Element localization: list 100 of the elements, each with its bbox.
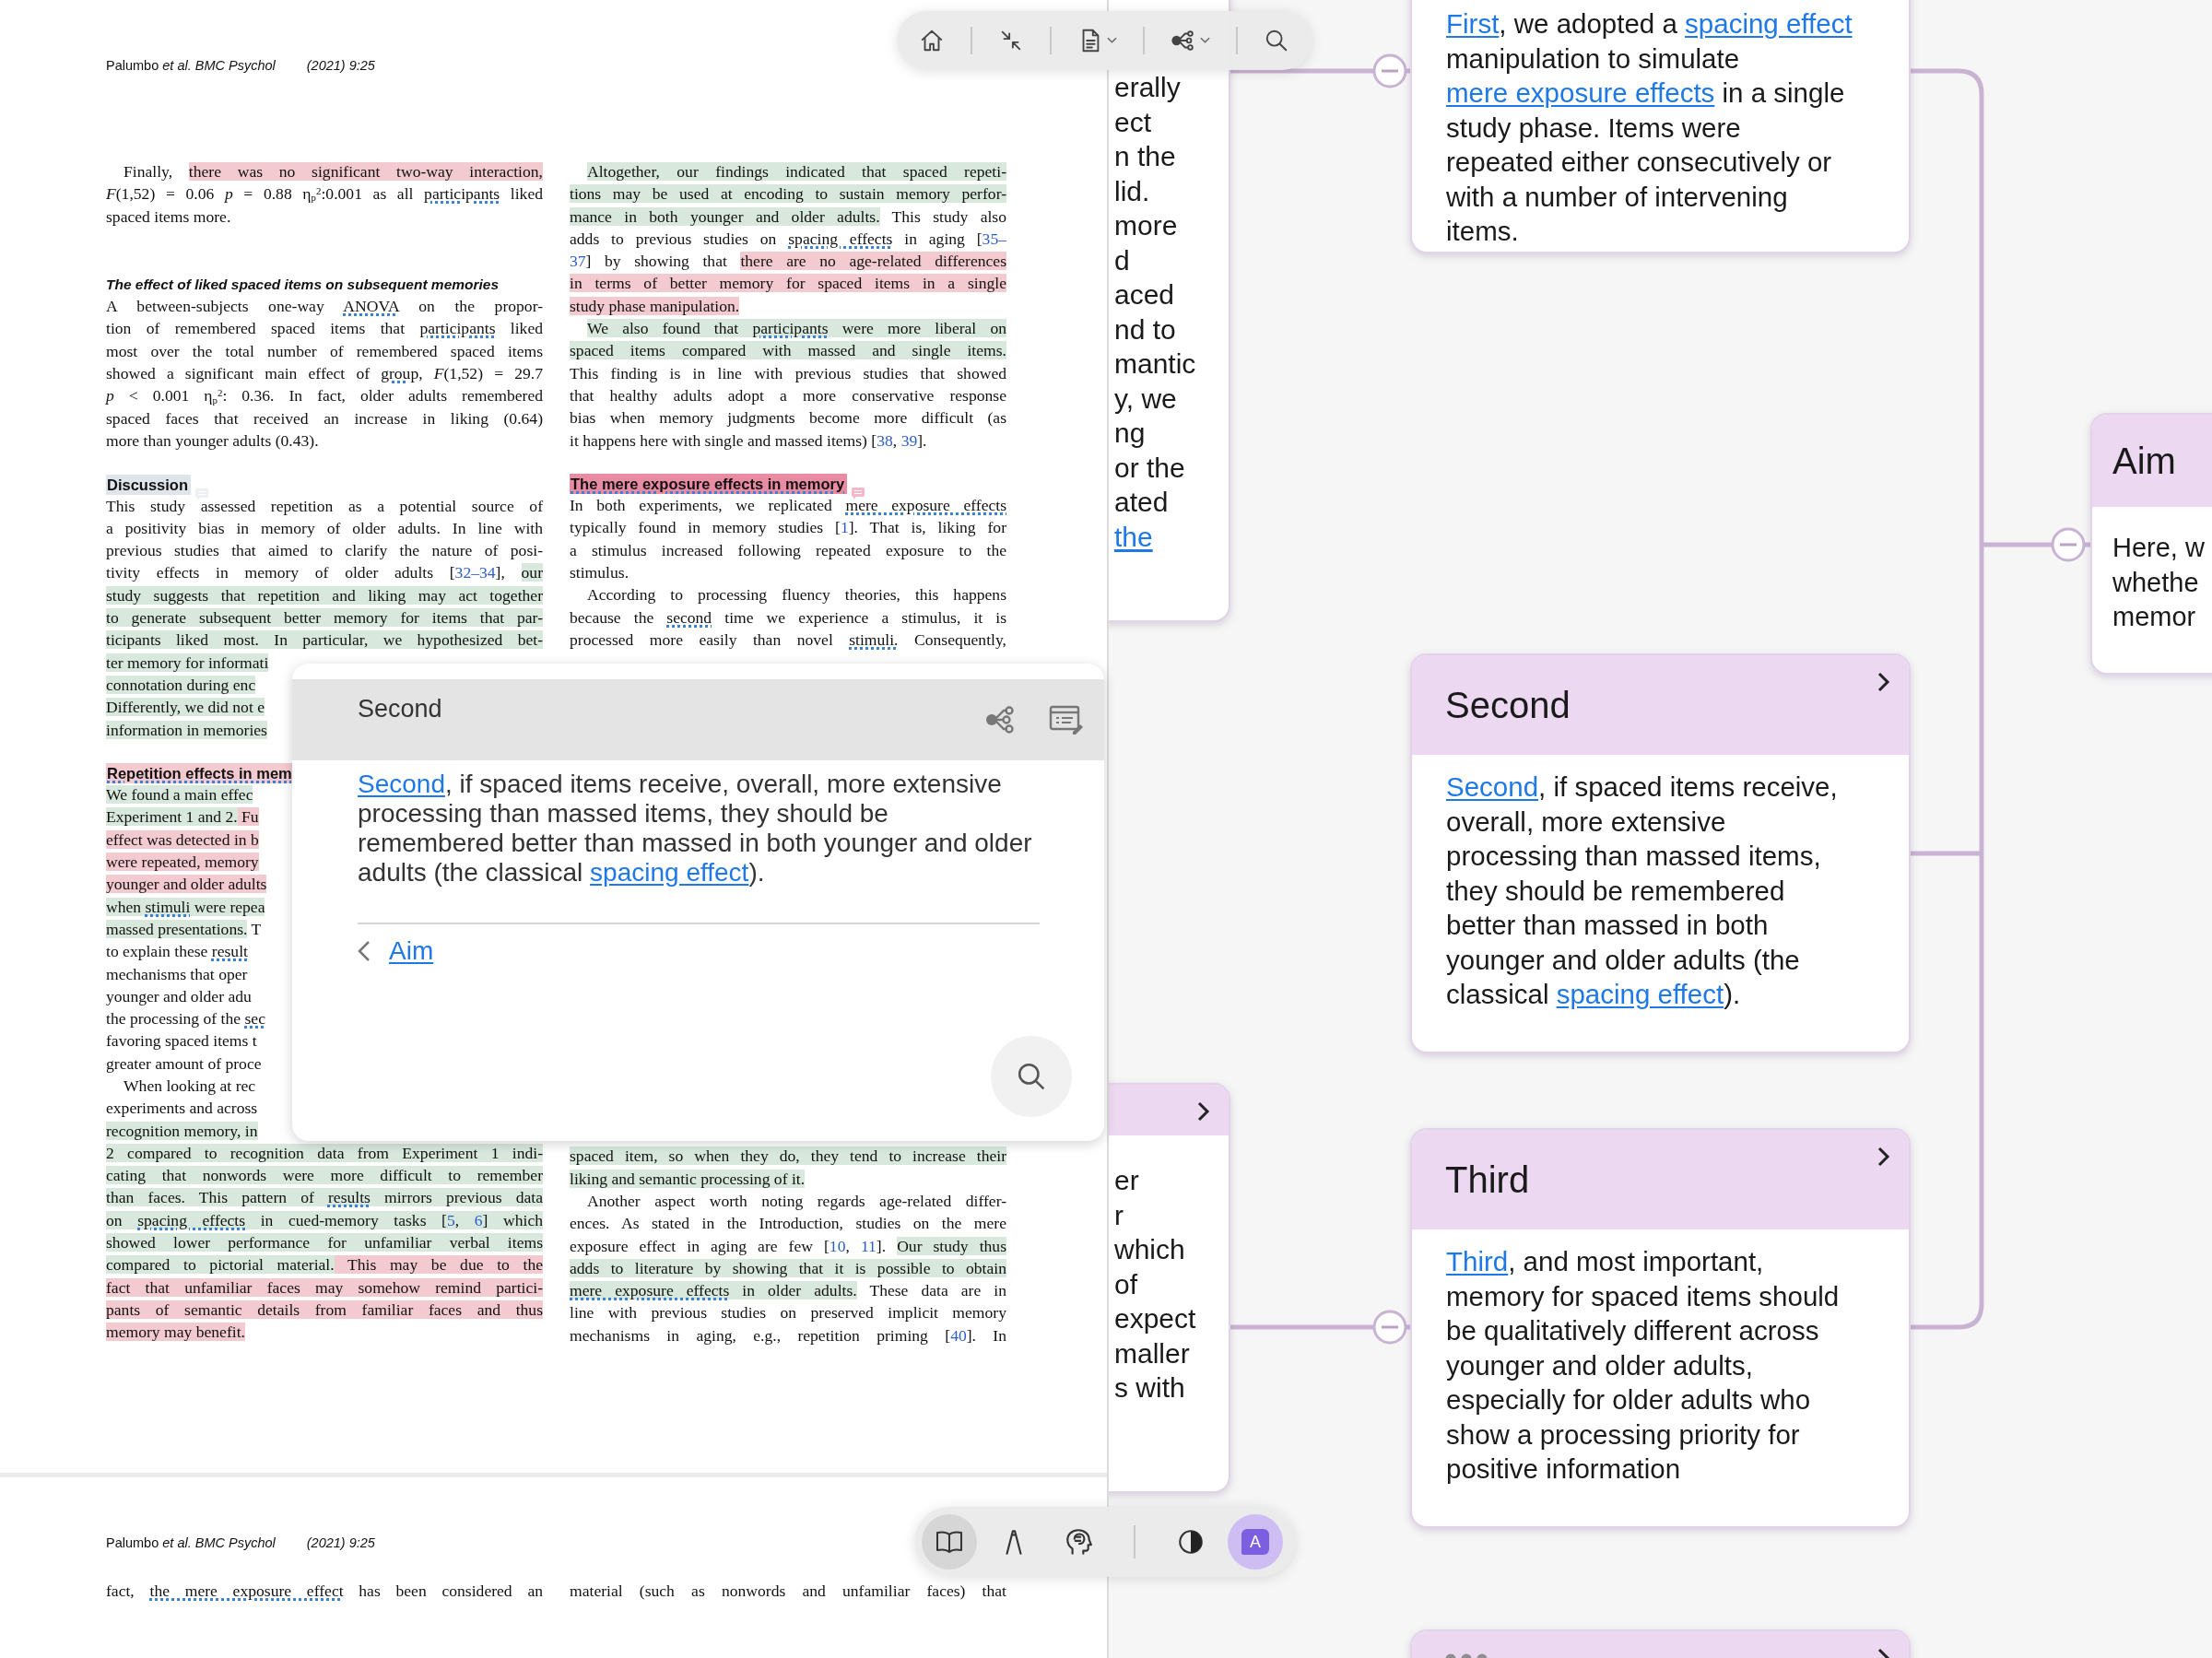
text-line: because the second time we experience a stimulus, it is — [570, 606, 1006, 629]
caret-icon — [1200, 37, 1210, 44]
citation-link[interactable]: 38 — [877, 430, 893, 450]
text-line: line with previous studies on preserved implicit memory — [570, 1302, 1006, 1324]
citation-link[interactable]: 1 — [840, 518, 849, 537]
link[interactable]: Second — [358, 770, 445, 798]
text-line: the processing of the sec — [106, 1008, 265, 1030]
popup-text: Second, if spaced items receive, overall, more extensive processing than massed items, they should be remembered better than massed in both younger and older adults (the classical spacing effect). — [358, 770, 1033, 888]
link[interactable]: Second — [1446, 771, 1539, 802]
link[interactable]: Aim — [389, 936, 434, 966]
running-header: Palumbo et al. BMC Psychol — [106, 58, 276, 73]
text-line: We also found that participants were more liberal on — [586, 318, 1006, 340]
text-line: nd to — [1114, 312, 1177, 347]
citation-link[interactable]: 10 — [829, 1236, 846, 1255]
citation-link[interactable]: 40 — [950, 1325, 967, 1345]
term-link[interactable]: second — [666, 607, 712, 627]
text-line: adds to previous studies on spacing effects in aging [35– — [570, 228, 1006, 250]
text-line: Another aspect worth noting regards age-related differ- — [586, 1190, 1006, 1212]
note-edit-icon[interactable] — [1049, 703, 1084, 736]
term-link[interactable]: ANOVA — [343, 297, 399, 316]
book-button[interactable] — [922, 1514, 977, 1570]
term-link[interactable]: stimuli. — [849, 629, 899, 649]
term-link[interactable]: group, — [381, 364, 423, 383]
translate-button[interactable]: A — [1228, 1514, 1283, 1570]
mindmap-card[interactable]: er r which of expect maller s with — [1109, 1083, 1230, 1493]
connector-line — [2085, 542, 2090, 547]
link[interactable]: spacing effect — [1685, 8, 1853, 39]
term-link[interactable]: result — [211, 942, 248, 961]
collapse-toggle[interactable] — [1372, 1310, 1407, 1345]
citation-link[interactable]: 11 — [860, 1236, 877, 1255]
text-line: When looking at rec — [123, 1076, 256, 1097]
card-title: Third — [1445, 1158, 1530, 1201]
text-line: or the — [1114, 451, 1186, 485]
text-line: greater amount of proce — [106, 1052, 263, 1075]
text-line: In both experiments, we replicated mere exposure effects — [570, 495, 1006, 517]
caret-icon — [1107, 37, 1117, 44]
text-line: a positivity bias in memory of older adults. In line with — [106, 517, 543, 539]
mindmap-card[interactable] — [1410, 653, 1911, 1053]
text-line: According to processing fluency theories, this happens — [586, 584, 1006, 606]
term-link[interactable]: mere exposure effects — [570, 1281, 730, 1300]
term-link[interactable]: the mere exposure effect — [149, 1582, 344, 1600]
link[interactable]: Third — [1446, 1246, 1509, 1276]
text-line: r — [1114, 1198, 1124, 1232]
term-link[interactable]: sec — [244, 1009, 265, 1029]
home-icon — [919, 28, 945, 53]
term-link[interactable]: results — [327, 1188, 371, 1207]
mindmap-card[interactable]: erally ect n the lid. more d aced nd to mantic y, we ng or the ated the — [1109, 0, 1230, 622]
term-link[interactable]: participants — [419, 319, 496, 338]
term-link[interactable]: participants — [752, 319, 829, 338]
text-line: y, we — [1114, 382, 1178, 416]
mindmap-card[interactable]: First, we adopted a spacing effect manipulation to simulate mere exposure effects in a single study phase. Items were repeated either consecutively or with a number of intervening items. — [1410, 0, 1911, 253]
text-line: showed a significant main effect of group, F(1,52) = 29.7 — [106, 363, 543, 385]
chevron-icon[interactable] — [1877, 1146, 1890, 1167]
running-header: Palumbo et al. BMC Psychol — [106, 1535, 276, 1550]
mindmap-card[interactable] — [1410, 1128, 1911, 1528]
term-link[interactable]: spacing effects — [788, 229, 893, 248]
head-icon — [1064, 1527, 1093, 1557]
citation-link[interactable]: 39 — [900, 430, 918, 450]
text-line: stimulus. — [570, 562, 630, 584]
text-line: more — [1114, 209, 1179, 242]
mindmap-card[interactable]: Aim Here, w whethe memor — [2090, 413, 2212, 675]
text-line: that healthy adults adopt a more conservative response — [570, 384, 1006, 406]
term-link[interactable]: spacing effects — [137, 1210, 246, 1229]
section-heading[interactable]: Repetition effects in mem — [106, 763, 295, 784]
text-line: This finding is in line with previous studies that showed — [570, 362, 1006, 384]
text-line: when stimuli were repea — [106, 896, 265, 918]
text-line: of — [1114, 1267, 1139, 1301]
text-line: F(1,52) = 0.06 p = 0.88 η$_{p}$$^{2}$:0.001 as all participants liked — [106, 183, 543, 206]
text-line: Here, w — [2112, 532, 2206, 564]
citation-link[interactable]: 37 — [570, 252, 586, 271]
link[interactable]: the — [1114, 519, 1229, 554]
text-line: n the — [1114, 140, 1177, 173]
citation-link[interactable]: 35– — [982, 229, 1006, 248]
term-link[interactable]: participants — [424, 184, 500, 204]
section-heading[interactable]: The mere exposure effects in memory — [570, 474, 848, 495]
link[interactable]: mere exposure effects — [1446, 77, 1715, 108]
text-line: favoring spaced items t — [106, 1030, 257, 1052]
text-line: This study assessed repetition as a potential source of — [106, 495, 543, 517]
back-icon[interactable] — [358, 940, 371, 962]
collapse-toggle[interactable] — [2051, 527, 2086, 562]
citation-link[interactable]: 32–34 — [454, 563, 496, 582]
connector-line — [1406, 1324, 1410, 1330]
chevron-icon[interactable] — [1197, 1101, 1210, 1122]
collapse-toggle[interactable] — [1372, 53, 1407, 88]
text-line: p < 0.001 η$_{p}$$^{2}$: 0.36. In fact, older adults remembered — [106, 385, 543, 407]
text-line: ated — [1114, 486, 1170, 519]
link[interactable]: spacing effect — [1556, 979, 1724, 1009]
text-line: material (such as nonwords and unfamiliar faces) that — [570, 1581, 1006, 1602]
text-line: expect — [1114, 1302, 1197, 1335]
citation-link[interactable]: 6 — [474, 1210, 483, 1229]
text-line: memor — [2112, 601, 2197, 633]
term-link[interactable]: stimuli — [145, 897, 191, 916]
term-link[interactable]: mere exposure effects — [845, 496, 1006, 515]
citation-link[interactable]: 5 — [446, 1210, 455, 1229]
contrast-icon — [1176, 1527, 1206, 1557]
text-line: er — [1114, 1164, 1140, 1197]
chevron-icon[interactable] — [1877, 672, 1890, 692]
link[interactable]: First — [1446, 8, 1500, 39]
text-line: mechanisms that oper — [106, 963, 248, 985]
text-line: tion of remembered spaced items that participants liked — [106, 318, 543, 340]
